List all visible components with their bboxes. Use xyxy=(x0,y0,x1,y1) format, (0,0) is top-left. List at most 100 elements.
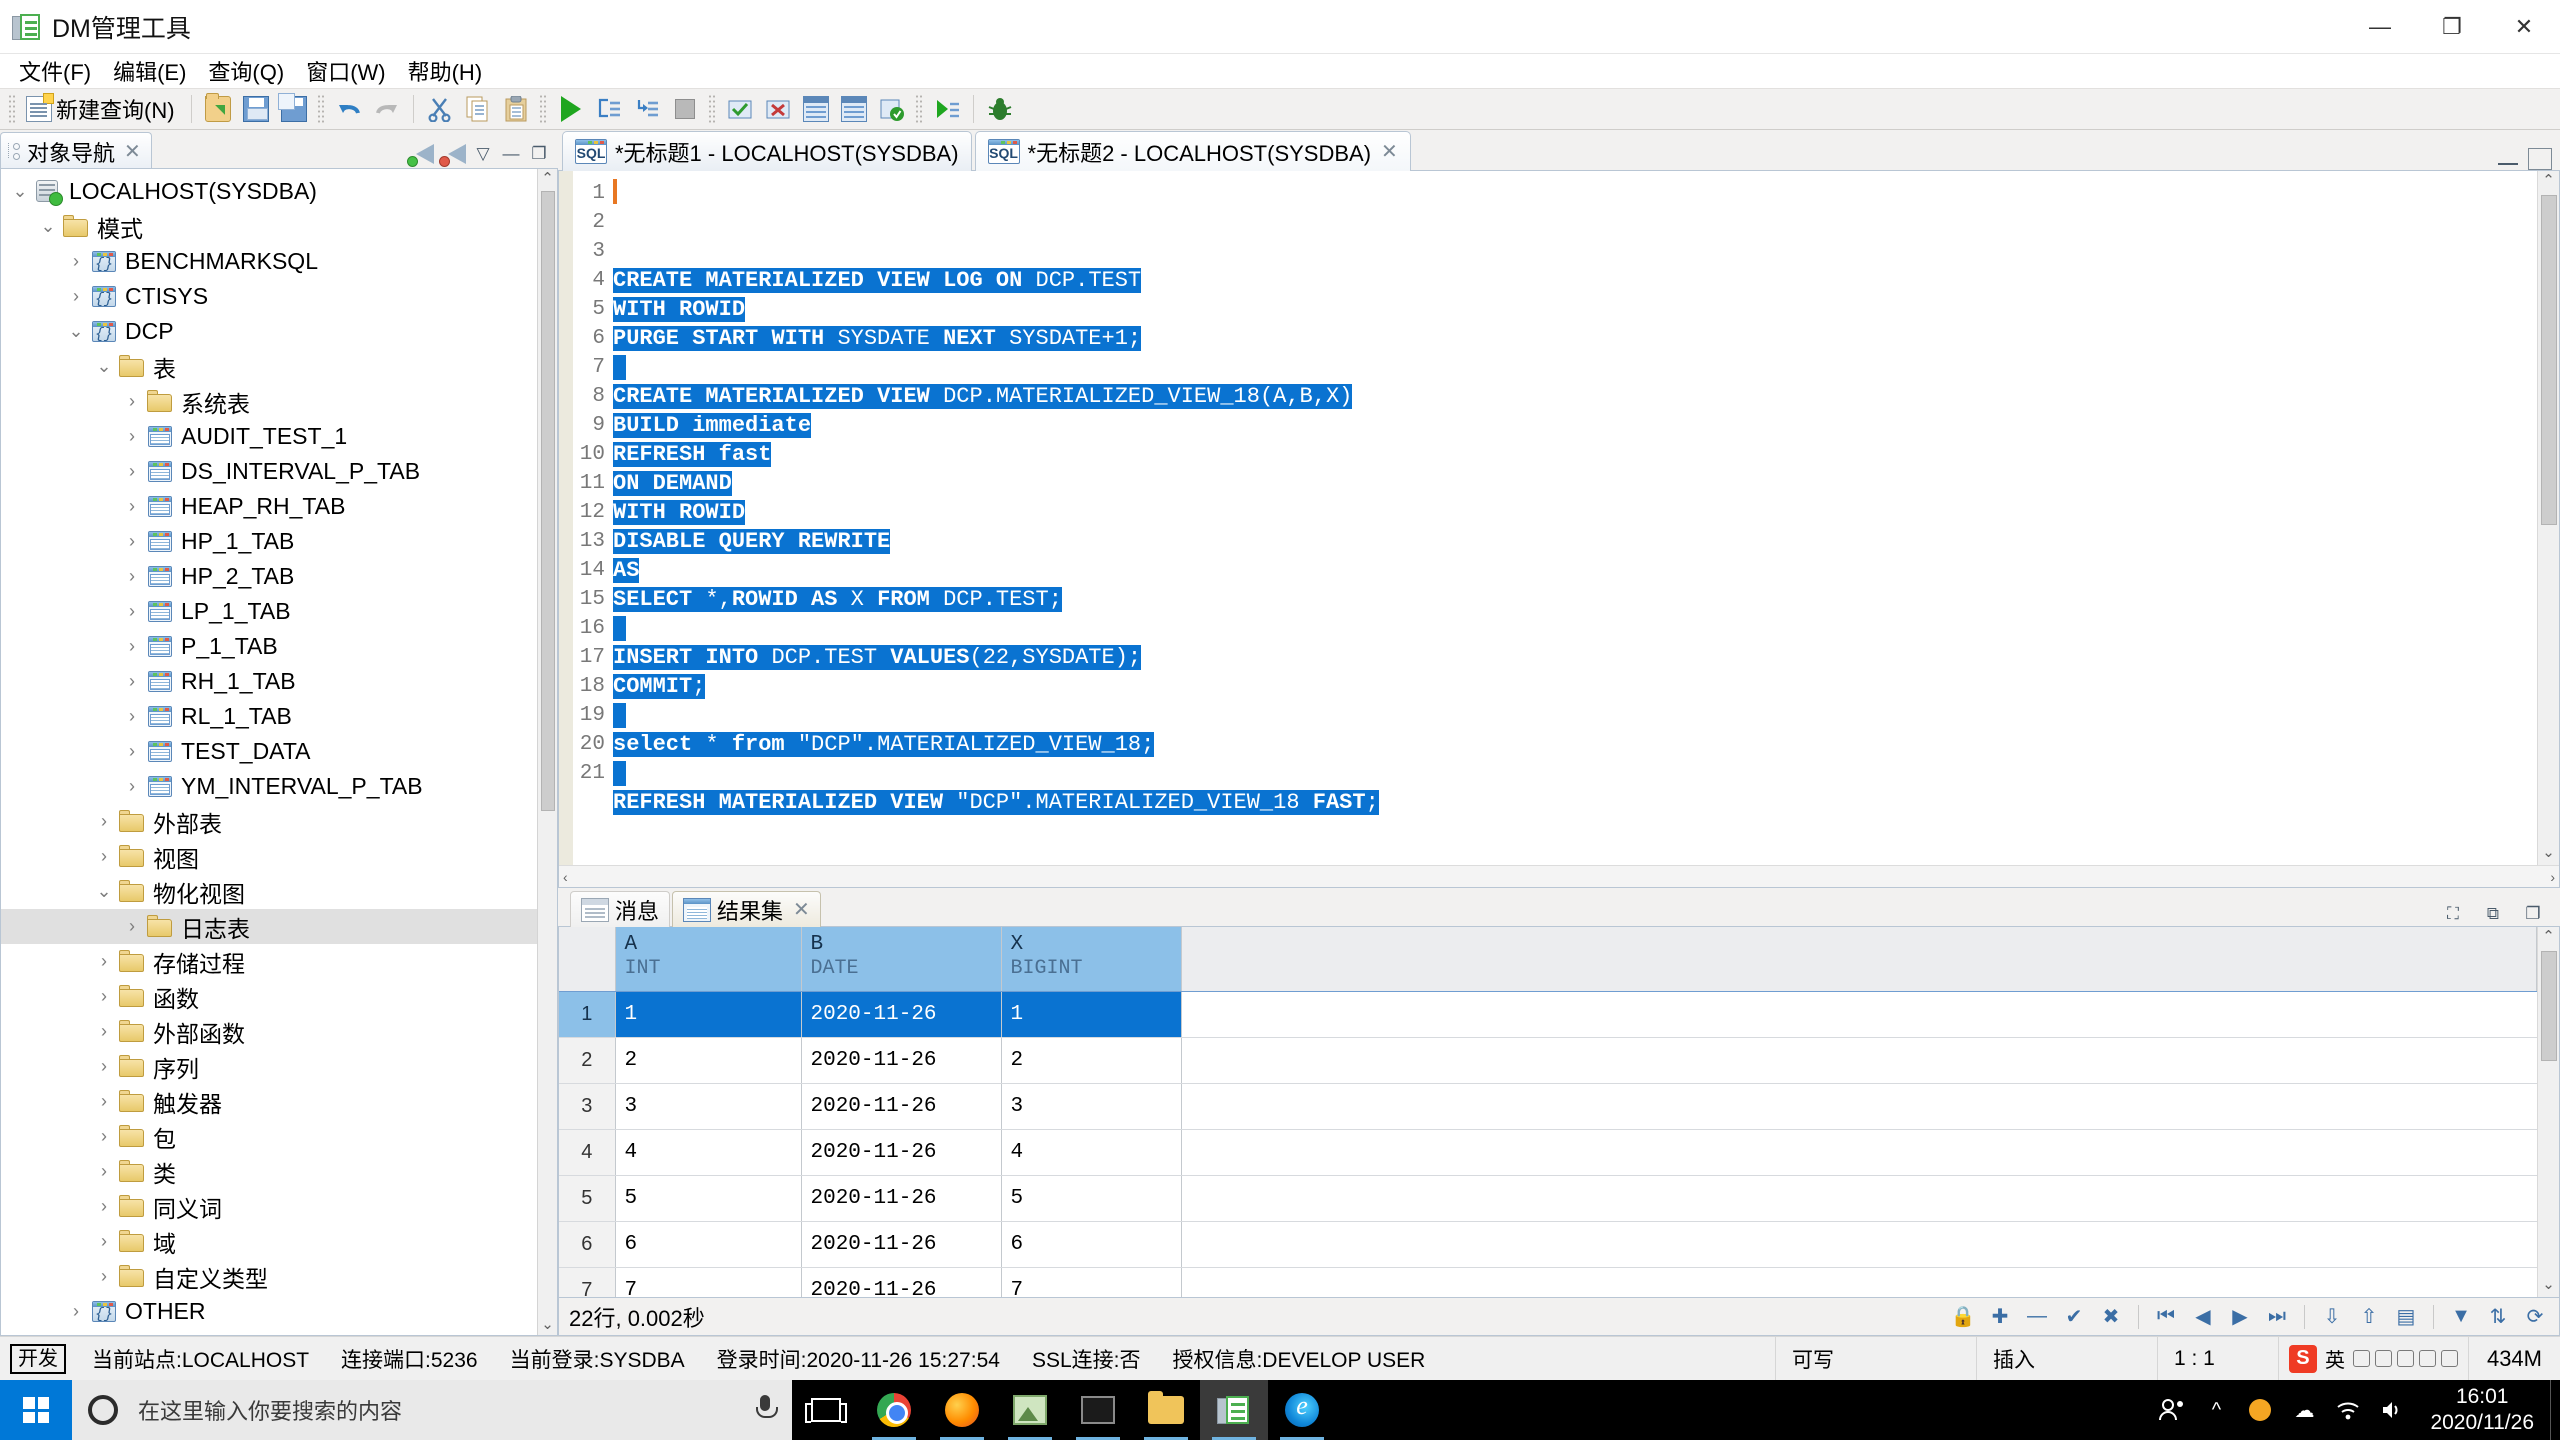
tree-expander-icon[interactable]: › xyxy=(91,1266,117,1287)
tree-expander-icon[interactable]: › xyxy=(91,846,117,867)
sort-button[interactable]: ⇅ xyxy=(2484,1304,2512,1330)
dm-manager-button[interactable] xyxy=(1200,1380,1268,1440)
add-row-button[interactable]: ✚ xyxy=(1986,1304,2014,1330)
tree-item-rl-1-tab[interactable]: ›RL_1_TAB xyxy=(1,699,537,734)
tree-expander-icon[interactable]: › xyxy=(63,286,89,307)
connect-icon[interactable] xyxy=(406,140,436,168)
cell-B[interactable]: 2020-11-26 xyxy=(801,1175,1001,1221)
tab-untitled-1[interactable]: SQL *无标题1 - LOCALHOST(SYSDBA) xyxy=(562,131,972,171)
code-line[interactable]: ON DEMAND xyxy=(613,469,2537,498)
code-line[interactable]: WITH ROWID xyxy=(613,295,2537,324)
column-header-B[interactable]: BDATE xyxy=(801,927,1001,991)
cell-A[interactable]: 5 xyxy=(615,1175,801,1221)
cell-A[interactable]: 1 xyxy=(615,991,801,1037)
tree-expander-icon[interactable]: › xyxy=(91,951,117,972)
row-index[interactable]: 2 xyxy=(559,1037,615,1083)
sql-code-editor[interactable]: CREATE MATERIALIZED VIEW LOG ON DCP.TEST… xyxy=(613,171,2537,865)
navigator-scrollbar[interactable]: ⌃ ⌄ xyxy=(537,169,557,1335)
tree-item--[interactable]: ›视图 xyxy=(1,839,537,874)
tree-item--[interactable]: ›同义词 xyxy=(1,1189,537,1224)
save-button[interactable] xyxy=(239,92,273,126)
tree-item-ym-interval-p-tab[interactable]: ›YM_INTERVAL_P_TAB xyxy=(1,769,537,804)
cell-B[interactable]: 2020-11-26 xyxy=(801,1221,1001,1267)
paste-button[interactable] xyxy=(499,92,533,126)
filter-button[interactable]: ▼ xyxy=(2447,1304,2475,1330)
cell-A[interactable]: 6 xyxy=(615,1221,801,1267)
code-line[interactable] xyxy=(613,817,2537,846)
row-index[interactable]: 5 xyxy=(559,1175,615,1221)
tree-item--[interactable]: ›自定义类型 xyxy=(1,1259,537,1294)
tree-item-p-1-tab[interactable]: ›P_1_TAB xyxy=(1,629,537,664)
onedrive-icon[interactable]: ☁ xyxy=(2282,1380,2326,1440)
cell-X[interactable]: 3 xyxy=(1001,1083,1181,1129)
minimize-panel-icon[interactable]: — xyxy=(498,142,524,166)
tree-expander-icon[interactable]: › xyxy=(119,776,145,797)
tree-expander-icon[interactable]: › xyxy=(91,1056,117,1077)
scroll-thumb[interactable] xyxy=(541,191,555,811)
volume-icon[interactable] xyxy=(2370,1380,2414,1440)
rollback-button[interactable] xyxy=(761,92,795,126)
ime-tool-icons[interactable] xyxy=(2353,1350,2458,1367)
last-page-button[interactable]: ⏭ xyxy=(2263,1304,2291,1330)
row-index[interactable]: 6 xyxy=(559,1221,615,1267)
people-icon[interactable] xyxy=(2150,1380,2194,1440)
tree-expander-icon[interactable]: › xyxy=(91,986,117,1007)
code-line[interactable] xyxy=(613,846,2537,865)
commit-button[interactable] xyxy=(723,92,757,126)
toolbar-grip-4[interactable] xyxy=(708,94,717,124)
edge-button[interactable] xyxy=(1268,1380,1336,1440)
cell-A[interactable]: 2 xyxy=(615,1037,801,1083)
cell-X[interactable]: 5 xyxy=(1001,1175,1181,1221)
tree-expander-icon[interactable]: › xyxy=(91,811,117,832)
tree-item--[interactable]: ›触发器 xyxy=(1,1084,537,1119)
toolbar-grip-3[interactable] xyxy=(539,94,548,124)
menu-file[interactable]: 文件(F) xyxy=(8,52,102,90)
new-query-button[interactable]: 新建查询(N) xyxy=(21,90,184,128)
refresh-result-button[interactable] xyxy=(875,92,909,126)
tree-expander-icon[interactable]: ⌄ xyxy=(35,216,61,237)
tree-expander-icon[interactable]: › xyxy=(63,1301,89,1322)
debug-button[interactable] xyxy=(983,92,1017,126)
maximize-button[interactable]: ❐ xyxy=(2416,0,2488,54)
tree-expander-icon[interactable]: › xyxy=(119,391,145,412)
tree-expander-icon[interactable]: › xyxy=(91,1126,117,1147)
close-button[interactable]: ✕ xyxy=(2488,0,2560,54)
minimize-button[interactable]: — xyxy=(2344,0,2416,54)
result-grid[interactable]: AINTBDATEXBIGINT 112020-11-261222020-11-… xyxy=(559,927,2537,1297)
tree-expander-icon[interactable]: › xyxy=(119,636,145,657)
tree-item--[interactable]: ⌄表 xyxy=(1,349,537,384)
grid-view-button[interactable] xyxy=(799,92,833,126)
tree-item-hp-2-tab[interactable]: ›HP_2_TAB xyxy=(1,559,537,594)
code-line[interactable] xyxy=(613,614,2537,643)
tree-item--[interactable]: ›日志表 xyxy=(1,909,537,944)
tab-untitled-2[interactable]: SQL *无标题2 - LOCALHOST(SYSDBA) ✕ xyxy=(975,131,1411,171)
tree-expander-icon[interactable]: › xyxy=(119,671,145,692)
cell-A[interactable]: 3 xyxy=(615,1083,801,1129)
tree-expander-icon[interactable]: ⌄ xyxy=(7,181,33,202)
maximize-panel-icon[interactable]: ❐ xyxy=(526,142,552,166)
tree-expander-icon[interactable]: › xyxy=(91,1231,117,1252)
table-view-button[interactable] xyxy=(837,92,871,126)
scroll-up-icon[interactable]: ⌃ xyxy=(2542,927,2555,949)
cell-B[interactable]: 2020-11-26 xyxy=(801,1083,1001,1129)
tray-app-icon[interactable] xyxy=(2238,1380,2282,1440)
code-line[interactable]: INSERT INTO DCP.TEST VALUES(22,SYSDATE); xyxy=(613,643,2537,672)
scroll-left-icon[interactable]: ‹ xyxy=(563,869,568,885)
tab-object-navigator[interactable]: 对象导航 ✕ xyxy=(0,132,152,170)
scroll-up-icon[interactable]: ⌃ xyxy=(541,169,554,189)
execute-step-button[interactable] xyxy=(592,92,626,126)
tree-item-ds-interval-p-tab[interactable]: ›DS_INTERVAL_P_TAB xyxy=(1,454,537,489)
tree-item-audit-test-1[interactable]: ›AUDIT_TEST_1 xyxy=(1,419,537,454)
stop-button[interactable] xyxy=(668,92,702,126)
show-hidden-icons[interactable]: ^ xyxy=(2194,1380,2238,1440)
code-line[interactable]: CREATE MATERIALIZED VIEW DCP.MATERIALIZE… xyxy=(613,382,2537,411)
code-line[interactable]: WITH ROWID xyxy=(613,498,2537,527)
tree-item--[interactable]: ⌄模式 xyxy=(1,209,537,244)
cell-B[interactable]: 2020-11-26 xyxy=(801,1037,1001,1083)
table-row[interactable]: 222020-11-262 xyxy=(559,1037,2537,1083)
tree-item--[interactable]: ›序列 xyxy=(1,1049,537,1084)
save-all-button[interactable] xyxy=(277,92,311,126)
tree-expander-icon[interactable]: ⌄ xyxy=(63,321,89,342)
prev-page-button[interactable]: ◀ xyxy=(2189,1304,2217,1330)
close-icon[interactable]: ✕ xyxy=(124,139,141,164)
